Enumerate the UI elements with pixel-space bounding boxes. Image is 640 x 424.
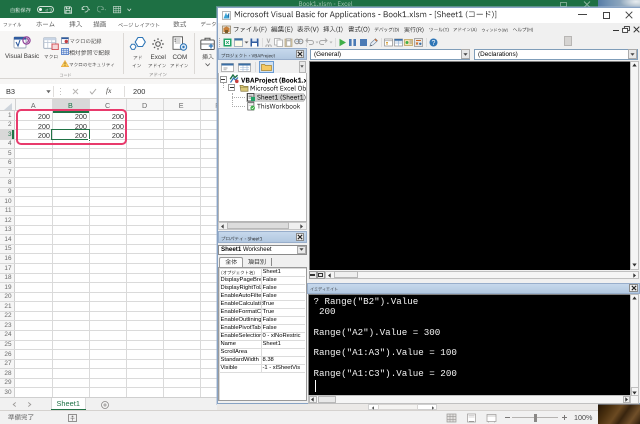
svg-text:?: ? — [432, 40, 436, 47]
